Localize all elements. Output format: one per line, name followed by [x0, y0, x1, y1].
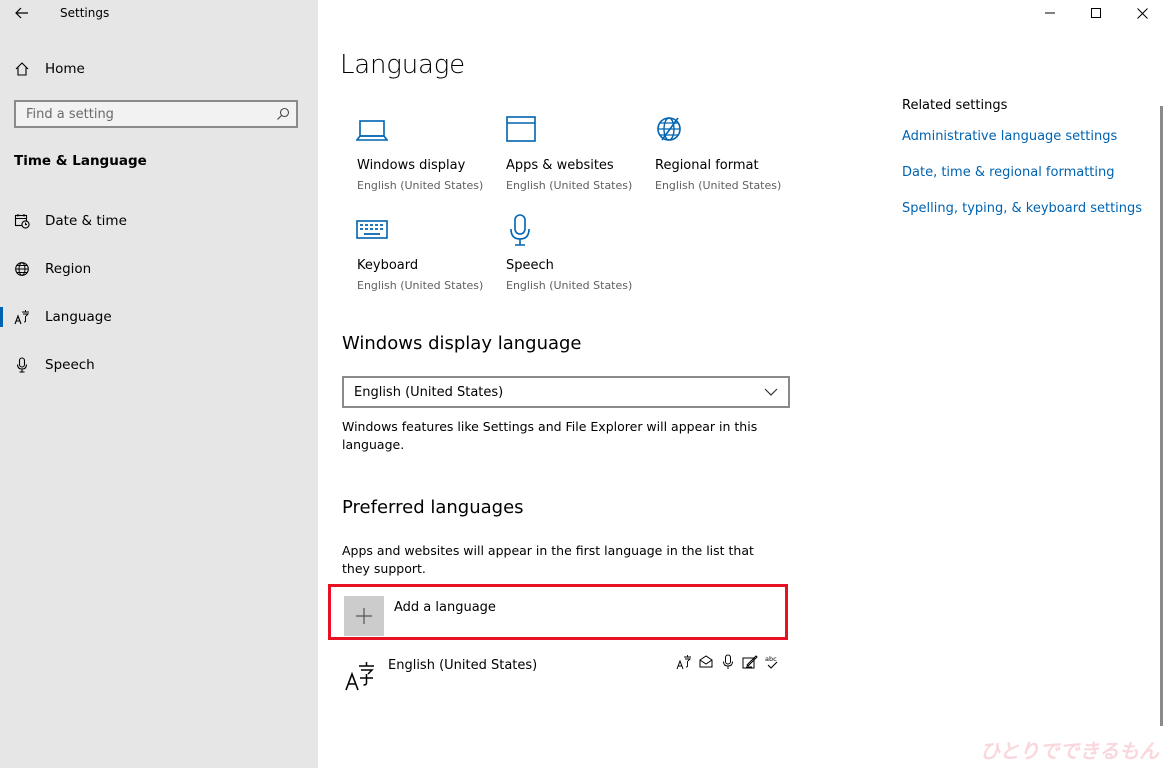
calendar-clock-icon — [14, 213, 30, 229]
sidebar-item-label: Speech — [45, 357, 95, 373]
preferred-languages-heading: Preferred languages — [342, 497, 524, 518]
language-features: abc — [676, 654, 780, 670]
tile-keyboard[interactable]: Keyboard English (United States) — [356, 214, 496, 304]
microphone-icon — [510, 214, 530, 246]
tile-subtitle: English (United States) — [506, 179, 633, 192]
app-title: Settings — [60, 6, 110, 20]
dropdown-selected-value: English (United States) — [354, 384, 504, 400]
tile-speech[interactable]: Speech English (United States) — [505, 214, 645, 304]
tile-apps-websites[interactable]: Apps & websites English (United States) — [505, 114, 645, 204]
page-title: Language — [340, 50, 465, 80]
display-language-icon — [676, 655, 692, 670]
search-input[interactable] — [16, 102, 276, 126]
minimize-icon — [1045, 12, 1055, 14]
link-administrative-language-settings[interactable]: Administrative language settings — [902, 129, 1142, 144]
sidebar-item-label: Language — [45, 309, 112, 325]
link-spelling-typing-keyboard-settings[interactable]: Spelling, typing, & keyboard settings — [902, 201, 1142, 216]
minimize-button[interactable] — [1027, 0, 1073, 26]
watermark-logo: ひとりでできるもん — [980, 739, 1159, 763]
scrollbar[interactable] — [1160, 106, 1163, 726]
tile-subtitle: English (United States) — [357, 179, 484, 192]
language-name: English (United States) — [388, 658, 538, 673]
sidebar-item-speech[interactable]: Speech — [0, 341, 318, 389]
sidebar-item-language[interactable]: Language — [0, 293, 318, 341]
close-button[interactable] — [1119, 0, 1165, 26]
search-icon[interactable] — [276, 107, 290, 121]
chevron-down-icon — [764, 388, 778, 396]
sidebar-item-home[interactable]: Home — [0, 54, 318, 84]
sidebar-item-label: Home — [45, 61, 85, 77]
display-language-dropdown[interactable]: English (United States) — [342, 376, 790, 408]
spellcheck-icon: abc — [765, 655, 778, 669]
keyboard-icon — [356, 220, 388, 239]
language-icon — [345, 662, 374, 691]
related-settings-title: Related settings — [902, 98, 1008, 113]
home-icon — [14, 61, 30, 77]
tile-subtitle: English (United States) — [357, 279, 484, 292]
svg-text:abc: abc — [765, 655, 777, 663]
preferred-languages-description: Apps and websites will appear in the fir… — [342, 543, 754, 576]
back-button[interactable] — [8, 0, 36, 26]
display-language-description: Windows features like Settings and File … — [342, 419, 758, 452]
add-language-button[interactable]: Add a language — [328, 584, 788, 640]
language-list-item[interactable]: English (United States) abc — [342, 652, 790, 700]
tile-subtitle: English (United States) — [655, 179, 782, 192]
sidebar-nav: Date & time Region Language Speech — [0, 197, 318, 389]
tile-name: Apps & websites — [506, 158, 614, 173]
link-date-time-regional-formatting[interactable]: Date, time & regional formatting — [902, 165, 1142, 180]
globe-icon — [14, 261, 30, 277]
plus-icon — [344, 596, 384, 636]
display-language-heading: Windows display language — [342, 333, 582, 354]
sidebar-item-date-time[interactable]: Date & time — [0, 197, 318, 245]
sidebar: Settings Home Time & Language — [0, 0, 318, 768]
sidebar-item-label: Date & time — [45, 213, 127, 229]
tile-name: Speech — [506, 258, 554, 273]
maximize-button[interactable] — [1073, 0, 1119, 26]
window-icon — [506, 116, 536, 142]
tile-name: Keyboard — [357, 258, 419, 273]
related-settings: Related settings Administrative language… — [902, 98, 1142, 237]
globe-icon — [657, 117, 681, 141]
microphone-icon — [14, 357, 30, 373]
back-arrow-icon — [15, 7, 28, 19]
maximize-icon — [1091, 8, 1101, 18]
language-icon — [14, 309, 30, 325]
tile-windows-display[interactable]: Windows display English (United States) — [356, 114, 496, 204]
sidebar-section-title: Time & Language — [14, 153, 147, 169]
speech-recognition-icon — [723, 654, 733, 669]
text-to-speech-icon — [699, 655, 713, 668]
handwriting-icon — [742, 655, 758, 669]
sidebar-item-region[interactable]: Region — [0, 245, 318, 293]
tile-name: Windows display — [357, 158, 466, 173]
add-language-label: Add a language — [394, 600, 496, 615]
window-controls — [1027, 0, 1165, 26]
main-content: Language Windows display English (United… — [318, 0, 1165, 768]
tile-name: Regional format — [655, 158, 759, 173]
tile-subtitle: English (United States) — [506, 279, 633, 292]
laptop-icon — [356, 120, 388, 141]
search-box — [14, 100, 298, 128]
tile-regional-format[interactable]: Regional format English (United States) — [654, 114, 794, 204]
sidebar-item-label: Region — [45, 261, 92, 277]
close-icon — [1136, 7, 1148, 19]
